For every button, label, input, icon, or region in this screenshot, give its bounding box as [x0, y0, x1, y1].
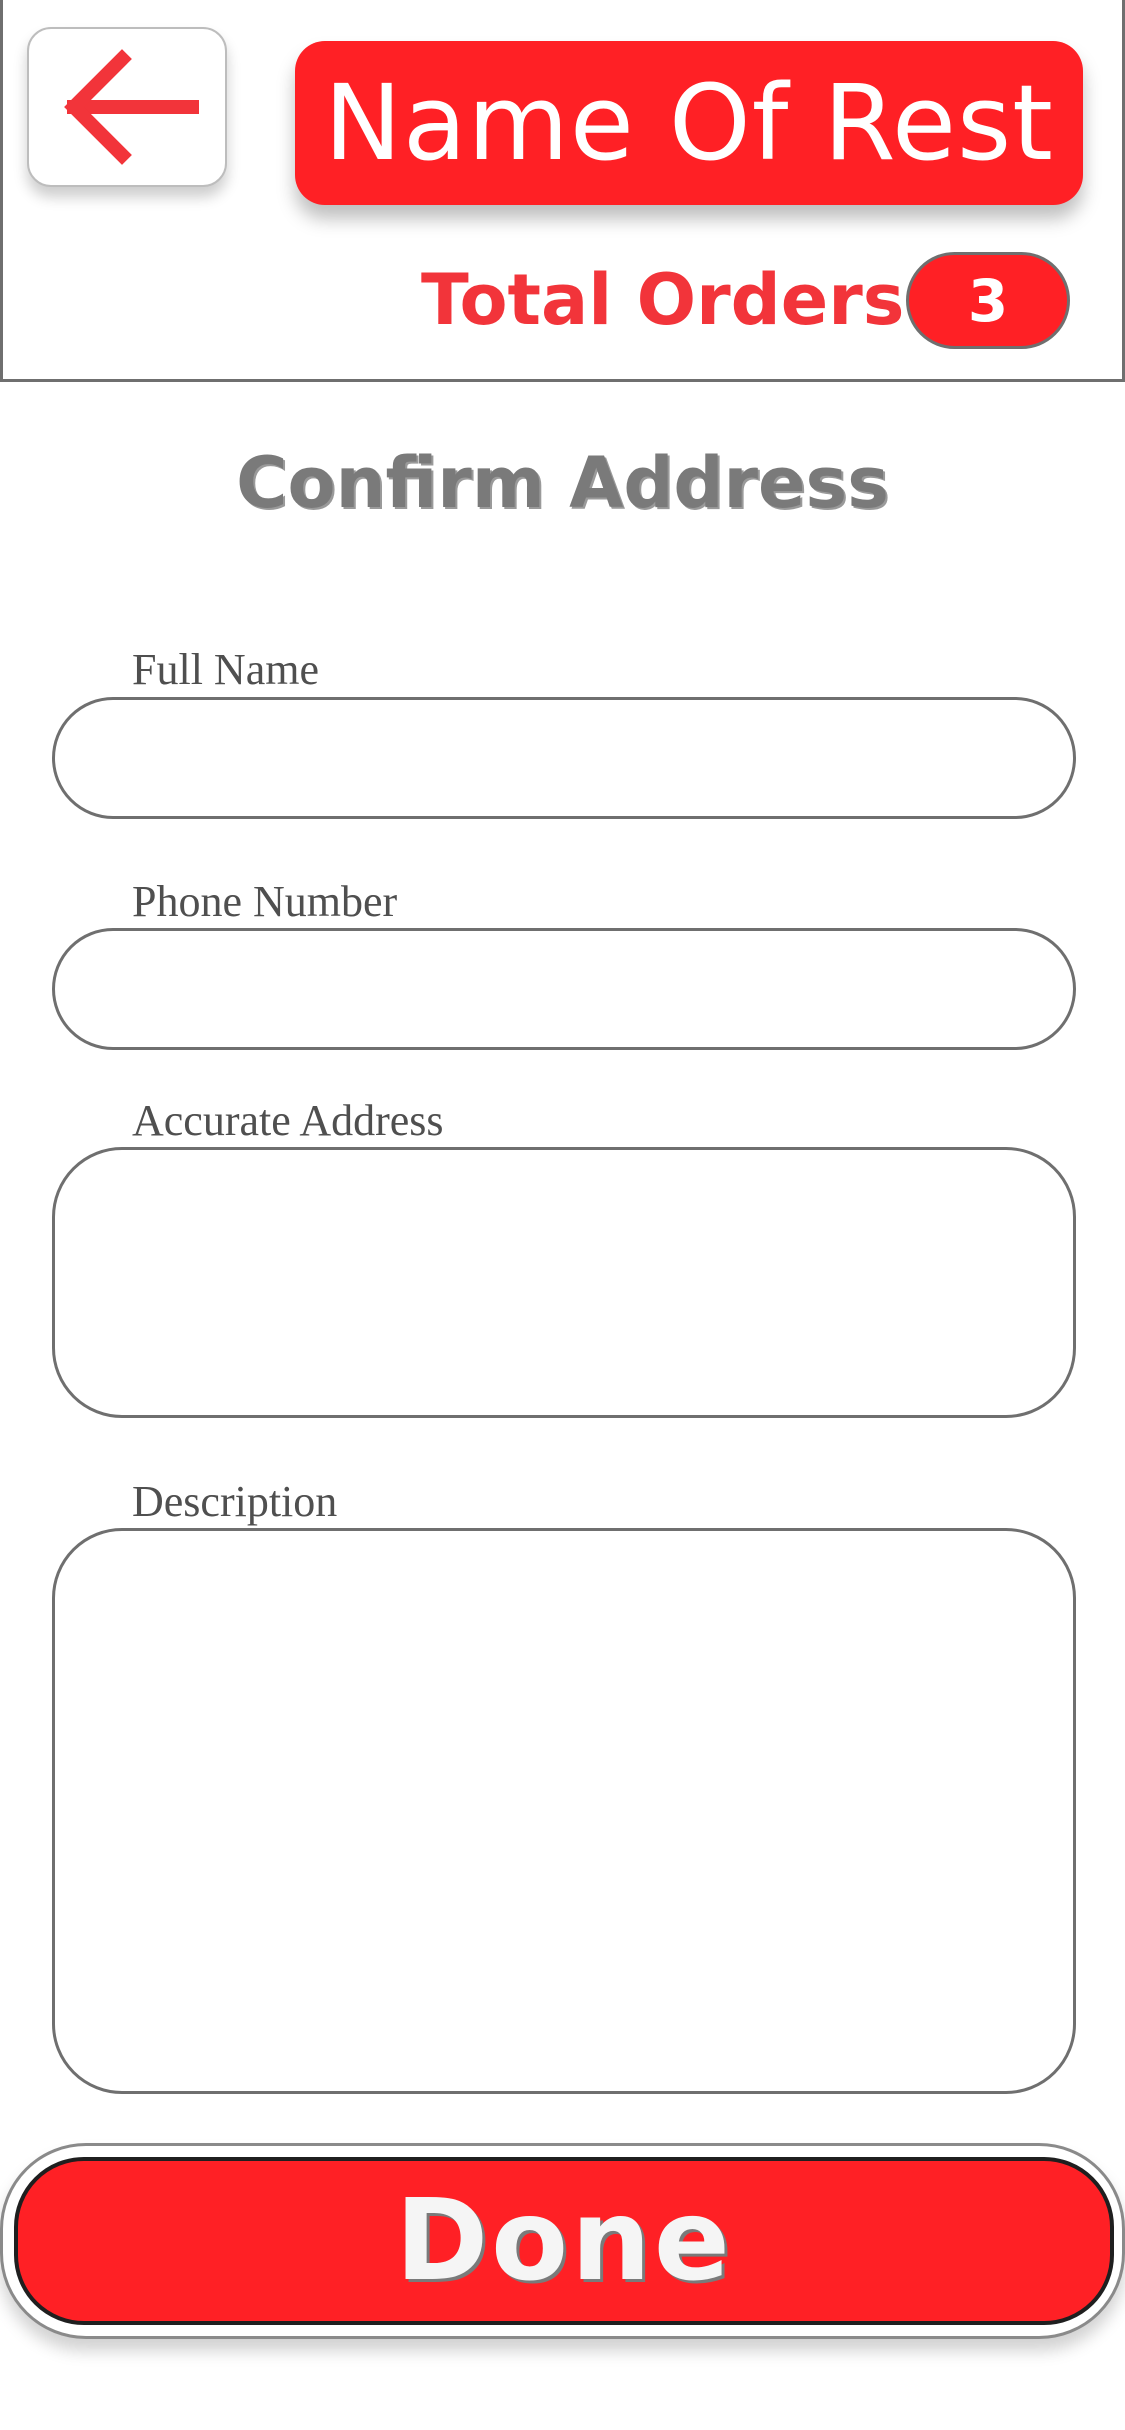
page-title: Confirm Address	[236, 442, 889, 524]
confirm-address-screen: Name Of Rest Total Orders: 3 Confirm Add…	[0, 0, 1125, 2430]
full-name-input[interactable]	[52, 697, 1076, 819]
restaurant-name-banner: Name Of Rest	[295, 41, 1083, 205]
back-button[interactable]	[27, 27, 227, 187]
header-bar: Name Of Rest Total Orders: 3	[0, 0, 1125, 382]
description-label: Description	[132, 1477, 338, 1526]
total-orders-label: Total Orders:	[421, 259, 933, 341]
phone-number-input[interactable]	[52, 928, 1076, 1050]
full-name-label: Full Name	[132, 645, 319, 694]
description-textarea[interactable]	[52, 1528, 1076, 2094]
accurate-address-label: Accurate Address	[132, 1096, 444, 1145]
arrow-left-icon	[64, 49, 199, 165]
total-orders-count-badge: 3	[906, 252, 1070, 349]
accurate-address-textarea[interactable]	[52, 1147, 1076, 1418]
done-button[interactable]: Done	[14, 2157, 1114, 2325]
phone-number-label: Phone Number	[132, 877, 398, 926]
